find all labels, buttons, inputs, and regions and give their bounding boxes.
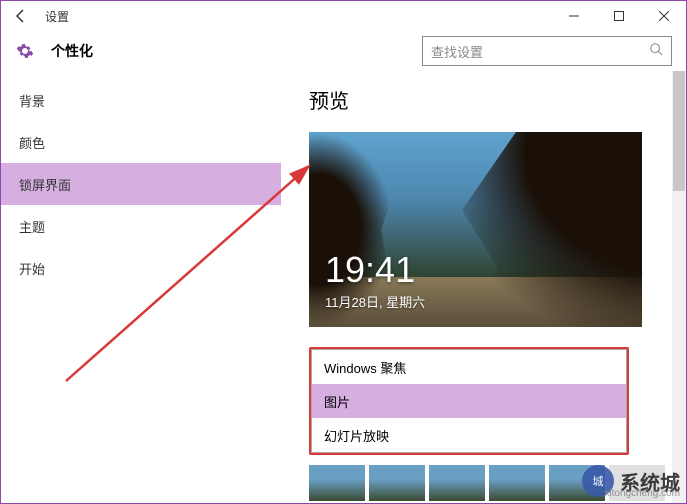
- watermark: 城 系统城 xitongcheng.com: [582, 465, 680, 497]
- dropdown-option-slideshow[interactable]: 幻灯片放映: [312, 418, 626, 452]
- thumbnail[interactable]: [489, 465, 545, 501]
- preview-date: 11月28日, 星期六: [325, 292, 425, 311]
- close-button[interactable]: [641, 1, 686, 31]
- thumbnail[interactable]: [309, 465, 365, 501]
- back-button[interactable]: [9, 4, 33, 28]
- sidebar-item-background[interactable]: 背景: [1, 79, 281, 121]
- sidebar-item-label: 主题: [19, 217, 45, 236]
- maximize-button[interactable]: [596, 1, 641, 31]
- maximize-icon: [614, 11, 624, 21]
- titlebar: 设置: [1, 1, 686, 31]
- sidebar: 背景 颜色 锁屏界面 主题 开始: [1, 71, 281, 503]
- sidebar-item-label: 背景: [19, 91, 45, 110]
- preview-clock: 19:41: [325, 249, 415, 291]
- sidebar-item-label: 开始: [19, 259, 45, 278]
- sidebar-item-colors[interactable]: 颜色: [1, 121, 281, 163]
- dropdown-option-label: Windows 聚焦: [324, 358, 406, 377]
- dropdown-option-picture[interactable]: 图片: [312, 384, 626, 418]
- search-input[interactable]: 查找设置: [422, 36, 672, 66]
- page-heading: 个性化: [51, 41, 93, 61]
- header: 个性化 查找设置: [1, 31, 686, 71]
- content: 背景 颜色 锁屏界面 主题 开始 预览 19:41 11月28日, 星期六 Wi…: [1, 71, 686, 503]
- background-dropdown[interactable]: Windows 聚焦 图片 幻灯片放映: [309, 347, 629, 455]
- preview-cave-right: [462, 132, 642, 327]
- sidebar-item-start[interactable]: 开始: [1, 247, 281, 289]
- sidebar-item-label: 锁屏界面: [19, 175, 71, 194]
- scrollbar-thumb[interactable]: [673, 71, 685, 191]
- sidebar-item-label: 颜色: [19, 133, 45, 152]
- sidebar-item-themes[interactable]: 主题: [1, 205, 281, 247]
- close-icon: [659, 11, 669, 21]
- search-icon: [649, 42, 663, 61]
- minimize-icon: [569, 11, 579, 21]
- arrow-left-icon: [13, 8, 29, 24]
- scrollbar[interactable]: [672, 71, 686, 503]
- window-controls: [551, 1, 686, 31]
- gear-icon: [15, 41, 35, 61]
- dropdown-option-label: 幻灯片放映: [324, 426, 389, 445]
- window-title: 设置: [45, 8, 69, 25]
- main-panel: 预览 19:41 11月28日, 星期六 Windows 聚焦 图片 幻灯片放映…: [281, 71, 686, 503]
- minimize-button[interactable]: [551, 1, 596, 31]
- sidebar-item-lockscreen[interactable]: 锁屏界面: [1, 163, 281, 205]
- lockscreen-preview: 19:41 11月28日, 星期六: [309, 132, 642, 327]
- watermark-url: xitongcheng.com: [604, 488, 680, 499]
- dropdown-option-spotlight[interactable]: Windows 聚焦: [312, 350, 626, 384]
- search-placeholder: 查找设置: [431, 42, 649, 61]
- thumbnail[interactable]: [429, 465, 485, 501]
- preview-title: 预览: [309, 85, 666, 114]
- dropdown-option-label: 图片: [324, 392, 350, 411]
- thumbnail[interactable]: [369, 465, 425, 501]
